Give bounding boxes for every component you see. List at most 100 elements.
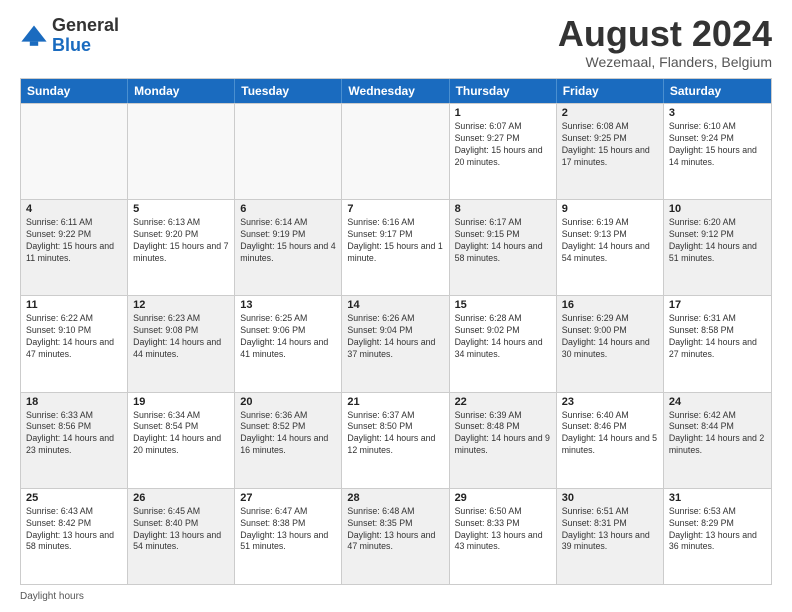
calendar-cell: 28 Sunrise: 6:48 AM Sunset: 8:35 PM Dayli… (342, 489, 449, 584)
calendar-cell: 11Sunrise: 6:22 AM Sunset: 9:10 PM Dayli… (21, 296, 128, 391)
day-number: 18 (26, 396, 122, 408)
footer: Daylight hours (20, 591, 772, 602)
logo-text: General Blue (52, 16, 119, 56)
calendar-cell: 7 Sunrise: 6:16 AM Sunset: 9:17 PM Daylig… (342, 200, 449, 295)
calendar-row: 1 Sunrise: 6:07 AM Sunset: 9:27 PM Daylig… (21, 103, 771, 199)
calendar-header-cell: Wednesday (342, 79, 449, 103)
calendar-cell: 20Sunrise: 6:36 AM Sunset: 8:52 PM Dayli… (235, 393, 342, 488)
day-number: 3 (669, 107, 766, 119)
calendar-cell: 9 Sunrise: 6:19 AM Sunset: 9:13 PM Daylig… (557, 200, 664, 295)
day-number: 9 (562, 203, 658, 215)
calendar-row: 25 Sunrise: 6:43 AM Sunset: 8:42 PM Dayli… (21, 488, 771, 584)
day-info: Sunrise: 6:53 AM Sunset: 8:29 PM Dayligh… (669, 506, 766, 554)
day-info: Sunrise: 6:51 AM Sunset: 8:31 PM Dayligh… (562, 506, 658, 554)
calendar-cell: 25 Sunrise: 6:43 AM Sunset: 8:42 PM Dayli… (21, 489, 128, 584)
location: Wezemaal, Flanders, Belgium (558, 54, 772, 70)
calendar-row: 4 Sunrise: 6:11 AM Sunset: 9:22 PM Daylig… (21, 199, 771, 295)
calendar-cell: 6 Sunrise: 6:14 AM Sunset: 9:19 PM Daylig… (235, 200, 342, 295)
calendar-cell: 24 Sunrise: 6:42 AM Sunset: 8:44 PM Dayli… (664, 393, 771, 488)
calendar-cell: 27 Sunrise: 6:47 AM Sunset: 8:38 PM Dayli… (235, 489, 342, 584)
day-info: Sunrise: 6:11 AM Sunset: 9:22 PM Dayligh… (26, 217, 122, 265)
calendar-cell: 31 Sunrise: 6:53 AM Sunset: 8:29 PM Dayli… (664, 489, 771, 584)
day-info: Sunrise: 6:48 AM Sunset: 8:35 PM Dayligh… (347, 506, 443, 554)
day-number: 27 (240, 492, 336, 504)
day-info: Sunrise: 6:34 AM Sunset: 8:54 PM Dayligh… (133, 410, 229, 458)
calendar-cell: 1 Sunrise: 6:07 AM Sunset: 9:27 PM Daylig… (450, 104, 557, 199)
day-info: Sunrise: 6:33 AM Sunset: 8:56 PM Dayligh… (26, 410, 122, 458)
logo-icon (20, 22, 48, 50)
day-info: Sunrise: 6:08 AM Sunset: 9:25 PM Dayligh… (562, 121, 658, 169)
day-info: Sunrise: 6:10 AM Sunset: 9:24 PM Dayligh… (669, 121, 766, 169)
day-number: 14 (347, 299, 443, 311)
day-number: 8 (455, 203, 551, 215)
day-number: 2 (562, 107, 658, 119)
calendar-cell (235, 104, 342, 199)
day-number: 13 (240, 299, 336, 311)
day-info: Sunrise: 6:07 AM Sunset: 9:27 PM Dayligh… (455, 121, 551, 169)
calendar-cell: 23Sunrise: 6:40 AM Sunset: 8:46 PM Dayli… (557, 393, 664, 488)
calendar: SundayMondayTuesdayWednesdayThursdayFrid… (20, 78, 772, 585)
day-number: 10 (669, 203, 766, 215)
calendar-row: 18 Sunrise: 6:33 AM Sunset: 8:56 PM Dayli… (21, 392, 771, 488)
day-number: 12 (133, 299, 229, 311)
day-number: 31 (669, 492, 766, 504)
logo: General Blue (20, 16, 119, 56)
day-number: 30 (562, 492, 658, 504)
day-info: Sunrise: 6:25 AM Sunset: 9:06 PM Dayligh… (240, 313, 336, 361)
day-info: Sunrise: 6:42 AM Sunset: 8:44 PM Dayligh… (669, 410, 766, 458)
calendar-cell: 16 Sunrise: 6:29 AM Sunset: 9:00 PM Dayli… (557, 296, 664, 391)
day-info: Sunrise: 6:47 AM Sunset: 8:38 PM Dayligh… (240, 506, 336, 554)
calendar-cell: 13 Sunrise: 6:25 AM Sunset: 9:06 PM Dayli… (235, 296, 342, 391)
day-number: 1 (455, 107, 551, 119)
header: General Blue August 2024 Wezemaal, Fland… (20, 16, 772, 70)
calendar-body: 1 Sunrise: 6:07 AM Sunset: 9:27 PM Daylig… (21, 103, 771, 584)
calendar-cell (342, 104, 449, 199)
day-info: Sunrise: 6:20 AM Sunset: 9:12 PM Dayligh… (669, 217, 766, 265)
calendar-cell (128, 104, 235, 199)
calendar-header-cell: Saturday (664, 79, 771, 103)
logo-blue: Blue (52, 36, 119, 56)
calendar-cell: 14Sunrise: 6:26 AM Sunset: 9:04 PM Dayli… (342, 296, 449, 391)
day-info: Sunrise: 6:29 AM Sunset: 9:00 PM Dayligh… (562, 313, 658, 361)
day-info: Sunrise: 6:13 AM Sunset: 9:20 PM Dayligh… (133, 217, 229, 265)
calendar-header-cell: Monday (128, 79, 235, 103)
calendar-cell: 3 Sunrise: 6:10 AM Sunset: 9:24 PM Daylig… (664, 104, 771, 199)
calendar-cell: 5 Sunrise: 6:13 AM Sunset: 9:20 PM Daylig… (128, 200, 235, 295)
day-number: 11 (26, 299, 122, 311)
day-number: 7 (347, 203, 443, 215)
calendar-cell: 22Sunrise: 6:39 AM Sunset: 8:48 PM Dayli… (450, 393, 557, 488)
day-number: 25 (26, 492, 122, 504)
calendar-cell: 4 Sunrise: 6:11 AM Sunset: 9:22 PM Daylig… (21, 200, 128, 295)
calendar-cell: 8Sunrise: 6:17 AM Sunset: 9:15 PM Daylig… (450, 200, 557, 295)
day-number: 17 (669, 299, 766, 311)
logo-general: General (52, 16, 119, 36)
day-number: 21 (347, 396, 443, 408)
day-number: 24 (669, 396, 766, 408)
day-info: Sunrise: 6:50 AM Sunset: 8:33 PM Dayligh… (455, 506, 551, 554)
day-number: 28 (347, 492, 443, 504)
day-number: 26 (133, 492, 229, 504)
calendar-header: SundayMondayTuesdayWednesdayThursdayFrid… (21, 79, 771, 103)
day-number: 4 (26, 203, 122, 215)
day-number: 5 (133, 203, 229, 215)
calendar-cell: 12 Sunrise: 6:23 AM Sunset: 9:08 PM Dayli… (128, 296, 235, 391)
day-info: Sunrise: 6:16 AM Sunset: 9:17 PM Dayligh… (347, 217, 443, 265)
day-number: 16 (562, 299, 658, 311)
day-number: 20 (240, 396, 336, 408)
title-block: August 2024 Wezemaal, Flanders, Belgium (558, 16, 772, 70)
day-info: Sunrise: 6:19 AM Sunset: 9:13 PM Dayligh… (562, 217, 658, 265)
day-info: Sunrise: 6:31 AM Sunset: 8:58 PM Dayligh… (669, 313, 766, 361)
day-info: Sunrise: 6:23 AM Sunset: 9:08 PM Dayligh… (133, 313, 229, 361)
day-info: Sunrise: 6:37 AM Sunset: 8:50 PM Dayligh… (347, 410, 443, 458)
calendar-cell: 2 Sunrise: 6:08 AM Sunset: 9:25 PM Daylig… (557, 104, 664, 199)
day-number: 6 (240, 203, 336, 215)
calendar-header-cell: Sunday (21, 79, 128, 103)
day-number: 19 (133, 396, 229, 408)
calendar-cell: 26Sunrise: 6:45 AM Sunset: 8:40 PM Dayli… (128, 489, 235, 584)
calendar-header-cell: Friday (557, 79, 664, 103)
calendar-cell: 10 Sunrise: 6:20 AM Sunset: 9:12 PM Dayli… (664, 200, 771, 295)
day-info: Sunrise: 6:14 AM Sunset: 9:19 PM Dayligh… (240, 217, 336, 265)
day-info: Sunrise: 6:40 AM Sunset: 8:46 PM Dayligh… (562, 410, 658, 458)
day-info: Sunrise: 6:43 AM Sunset: 8:42 PM Dayligh… (26, 506, 122, 554)
calendar-cell: 18 Sunrise: 6:33 AM Sunset: 8:56 PM Dayli… (21, 393, 128, 488)
